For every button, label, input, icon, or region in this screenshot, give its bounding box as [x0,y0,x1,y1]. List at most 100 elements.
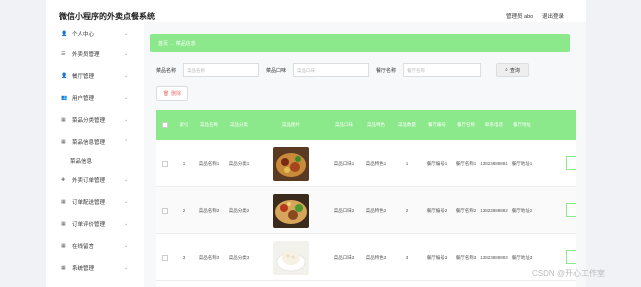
breadcrumb: 首页 → 菜品信息 [150,34,570,52]
chevron-down-icon: ⌄ [124,177,129,183]
plus-icon: ✚ [61,177,66,183]
sidebar-item[interactable]: ▦ 订单配送管理 ⌄ [46,192,144,212]
table-cell: 菜品特色1 [365,161,387,166]
column-header[interactable]: 菜品分类 [224,110,254,140]
table-cell: 菜品口味2 [333,208,355,213]
table-cell: 2 [405,208,409,213]
breadcrumb-arrow-icon: → [169,41,175,47]
column-header[interactable]: 菜品数量 [392,110,422,140]
chevron-down-icon: ⌄ [124,95,129,101]
shop-name-input[interactable]: 餐厅名称 [403,63,481,77]
grid-icon: ▦ [61,139,66,145]
column-header[interactable]: 餐厅编号 [422,110,452,140]
sidebar-item-label: 个人中心 [72,32,95,38]
dish-name-input[interactable]: 菜品名称 [183,63,259,77]
column-header[interactable]: 菜品名称 [194,110,224,140]
user-icon: 👥 [61,95,68,101]
sidebar-item[interactable]: 👥 用户管理 ⌄ [46,88,144,108]
table-cell: 菜品口味1 [333,161,355,166]
row-action-button[interactable] [566,250,576,264]
table-cell: 13823888882 [480,208,508,213]
search-button[interactable]: ⌕ 查询 [496,63,529,77]
row-checkbox-cell [156,234,174,281]
table-cell: 13823888883 [480,255,508,260]
column-header[interactable]: 菜品特色 [360,110,392,140]
dish-image [254,187,328,234]
sidebar-item[interactable]: ▦ 菜品信息管理 ⌃ [46,132,144,152]
chevron-down-icon: ⌄ [124,221,129,227]
table-row: 2 菜品名称2 菜品分类2 菜品口味2 菜品特色2 2 餐厅编号2 餐厅名称2 13823888… [156,187,576,234]
dish-table: 索引 菜品名称 菜品分类 菜品图片 菜品口味 菜品特色 菜品数量 餐厅编号 餐厅名称 联系电话 餐厅… [156,110,576,287]
row-checkbox[interactable] [162,207,168,214]
breadcrumb-home[interactable]: 首页 [158,41,168,47]
dish-image [254,234,328,281]
grid-icon: ▦ [61,221,66,227]
table-cell: 1 [405,161,409,166]
column-header[interactable]: 菜品图片 [254,110,328,140]
table-cell: 餐厅编号2 [426,208,448,213]
sidebar-item[interactable]: ▦ 订单评价管理 ⌄ [46,214,144,234]
table-cell: 菜品分类1 [228,161,250,166]
sidebar-item[interactable]: 👤 餐厅管理 ⌄ [46,66,144,86]
chevron-down-icon: ⌄ [124,51,129,57]
chevron-down-icon: ⌄ [124,199,129,205]
dish-image [254,140,328,187]
row-action-button[interactable] [566,156,576,170]
row-checkbox[interactable] [162,254,168,261]
column-header[interactable]: 联系电话 [480,110,508,140]
admin-label: 管理员 abo [506,14,534,20]
select-all-checkbox-cell [156,110,174,140]
sidebar-item[interactable]: ☰ 外卖员管理 ⌄ [46,44,144,64]
sidebar-item-label: 餐厅管理 [72,74,95,80]
table-cell: 餐厅编号1 [426,161,448,166]
sidebar-item-label: 在线留言 [72,244,95,250]
table-cell: 菜品分类3 [228,255,250,260]
sidebar-item[interactable]: ▦ 菜品分类管理 ⌄ [46,110,144,130]
column-header[interactable]: 餐厅名称 [452,110,480,140]
table-cell: 菜品名称3 [198,255,220,260]
table-cell: 菜品名称2 [198,208,220,213]
row-checkbox[interactable] [162,160,168,167]
sidebar-item-label: 系统管理 [72,266,95,272]
shop-name-label: 餐厅名称 [376,68,397,74]
sidebar-item-label: 外卖订单管理 [72,178,106,184]
dish-name-label: 菜品名称 [156,68,177,74]
row-action-button[interactable] [566,203,576,217]
sidebar-item[interactable]: ▦ 系统管理 ⌄ [46,258,144,278]
select-all-checkbox[interactable] [162,122,168,128]
grid-icon: ▦ [61,265,66,271]
table-cell: 餐厅编号3 [426,255,448,260]
delete-button[interactable]: 🗑 删除 [156,86,188,101]
dish-taste-label: 菜品口味 [266,68,287,74]
grid-icon: ▦ [61,117,66,123]
person-icon: 👤 [61,31,68,37]
sidebar-item-label: 订单评价管理 [72,222,106,228]
table-cell: 餐厅地址1 [511,161,533,166]
table-header: 索引 菜品名称 菜品分类 菜品图片 菜品口味 菜品特色 菜品数量 餐厅编号 餐厅名称 联系电话 餐厅… [156,110,576,140]
column-header[interactable]: 索引 [174,110,194,140]
grid-icon: ▦ [61,199,66,205]
sidebar-item-label: 用户管理 [72,96,95,102]
chevron-down-icon: ⌄ [124,117,129,123]
sidebar-item[interactable]: 👤 个人中心 ⌄ [46,24,144,44]
table-cell: 菜品分类2 [228,208,250,213]
column-header[interactable]: 餐厅地址 [508,110,536,140]
sidebar-item-label: 菜品信息管理 [72,140,106,146]
sidebar-item[interactable]: ▦ 在线留言 ⌄ [46,236,144,256]
search-button-label: 查询 [509,67,520,74]
table-cell: 餐厅名称2 [455,208,477,213]
column-header[interactable]: 菜品口味 [328,110,360,140]
sidebar-subitem-dish-info[interactable]: 菜品信息 [46,151,144,171]
table-cell: 菜品特色3 [365,255,387,260]
sidebar-item[interactable]: ✚ 外卖订单管理 ⌄ [46,170,144,190]
row-checkbox-cell [156,187,174,234]
table-row: 3 菜品名称3 菜品分类3 菜品口味3 菜品特色3 3 餐厅编号3 餐厅名称3 13823888… [156,234,576,281]
table-cell: 菜品口味3 [333,255,355,260]
logout-link[interactable]: 退出登录 [542,12,564,20]
dish-taste-input[interactable]: 菜品口味 [293,63,369,77]
table-cell: 餐厅地址2 [511,208,533,213]
delete-button-label: 删除 [171,91,182,97]
sidebar-item-label: 订单配送管理 [72,200,106,206]
grid-icon: ▦ [61,243,66,249]
app-window: 微信小程序的外卖点餐系统 管理员 abo 退出登录 👤 个人中心 ⌄ ☰ 外卖员管理 ⌄ 👤… [46,0,586,287]
